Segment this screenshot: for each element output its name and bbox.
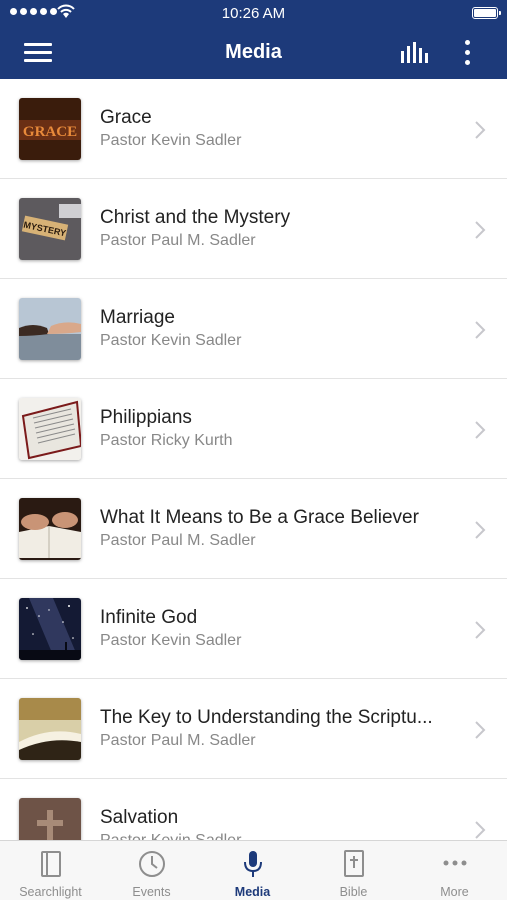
- salvation-thumbnail: [19, 798, 81, 840]
- media-title: Christ and the Mystery: [100, 207, 291, 228]
- media-list-item[interactable]: Salvation Pastor Kevin Sadler: [0, 779, 507, 840]
- microphone-icon: [244, 851, 262, 877]
- media-speaker: Pastor Kevin Sadler: [100, 832, 241, 840]
- media-title: What It Means to Be a Grace Believer: [100, 507, 419, 528]
- tab-media[interactable]: Media: [202, 841, 303, 901]
- media-title: The Key to Understanding the Scriptu...: [100, 707, 433, 728]
- philippians-thumbnail: [19, 398, 81, 460]
- media-speaker: Pastor Ricky Kurth: [100, 432, 233, 449]
- tab-label: More: [440, 885, 469, 899]
- status-bar: 10:26 AM: [0, 0, 507, 28]
- media-speaker: Pastor Paul M. Sadler: [100, 232, 256, 249]
- media-speaker: Pastor Kevin Sadler: [100, 332, 242, 349]
- media-list-item[interactable]: Marriage Pastor Kevin Sadler: [0, 279, 507, 379]
- media-list-item[interactable]: MYSTERY Christ and the Mystery Pastor Pa…: [0, 179, 507, 279]
- tab-events[interactable]: Events: [101, 841, 202, 901]
- media-speaker: Pastor Kevin Sadler: [100, 632, 242, 649]
- status-time: 10:26 AM: [221, 5, 286, 22]
- tab-label: Events: [132, 885, 171, 899]
- chevron-right-icon: [475, 521, 486, 539]
- infinite-god-thumbnail: [19, 598, 81, 660]
- media-list-item[interactable]: Infinite God Pastor Kevin Sadler: [0, 579, 507, 679]
- media-list: GRACE Grace Pastor Kevin Sadler MYSTERY …: [0, 79, 507, 840]
- more-dots-icon: [443, 860, 467, 866]
- audio-bars-icon[interactable]: [398, 40, 432, 66]
- media-speaker: Pastor Kevin Sadler: [100, 132, 242, 149]
- chevron-right-icon: [475, 821, 486, 839]
- battery-icon: [472, 7, 501, 19]
- media-title: Grace: [100, 107, 152, 128]
- grace-thumbnail: GRACE: [19, 98, 81, 160]
- clock-icon: [139, 851, 165, 877]
- marriage-thumbnail: [19, 298, 81, 360]
- chevron-right-icon: [475, 721, 486, 739]
- tab-bar: Searchlight Events Media Bible More: [0, 840, 507, 900]
- media-title: Salvation: [100, 807, 179, 828]
- bible-icon: [344, 850, 364, 877]
- svg-text:GRACE: GRACE: [23, 124, 77, 140]
- tab-searchlight[interactable]: Searchlight: [0, 841, 101, 901]
- more-vertical-icon[interactable]: [456, 38, 480, 68]
- tab-label: Searchlight: [19, 885, 82, 899]
- mystery-thumbnail: MYSTERY: [19, 198, 81, 260]
- media-title: Marriage: [100, 307, 175, 328]
- chevron-right-icon: [475, 621, 486, 639]
- media-title: Infinite God: [100, 607, 198, 628]
- media-speaker: Pastor Paul M. Sadler: [100, 732, 256, 749]
- chevron-right-icon: [475, 221, 486, 239]
- media-title: Philippians: [100, 407, 192, 428]
- grace-believer-thumbnail: [19, 498, 81, 560]
- chevron-right-icon: [475, 321, 486, 339]
- tab-label: Media: [234, 885, 271, 899]
- tab-more[interactable]: More: [404, 841, 505, 901]
- media-list-item[interactable]: GRACE Grace Pastor Kevin Sadler: [0, 79, 507, 179]
- media-list-item[interactable]: Philippians Pastor Ricky Kurth: [0, 379, 507, 479]
- nav-bar: Media: [0, 28, 507, 79]
- chevron-right-icon: [475, 121, 486, 139]
- media-list-item[interactable]: The Key to Understanding the Scriptu... …: [0, 679, 507, 779]
- key-scriptures-thumbnail: [19, 698, 81, 760]
- media-list-item[interactable]: What It Means to Be a Grace Believer Pas…: [0, 479, 507, 579]
- tab-bible[interactable]: Bible: [303, 841, 404, 901]
- chevron-right-icon: [475, 421, 486, 439]
- searchlight-icon: [41, 851, 61, 877]
- media-speaker: Pastor Paul M. Sadler: [100, 532, 256, 549]
- tab-label: Bible: [339, 885, 368, 899]
